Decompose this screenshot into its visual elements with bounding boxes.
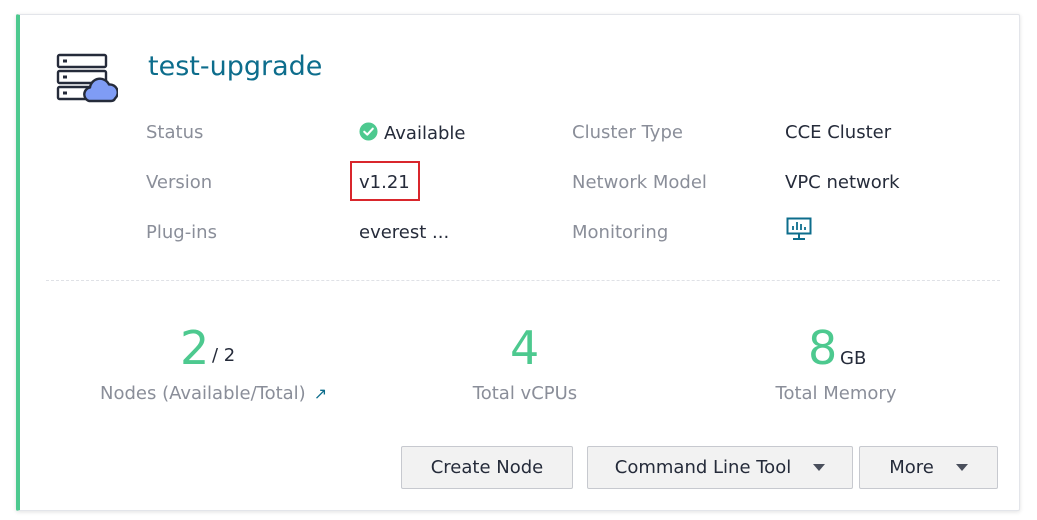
command-line-tool-label: Command Line Tool <box>614 457 792 478</box>
cluster-card: test-upgrade Status Available Version v1… <box>16 14 1020 511</box>
check-circle-icon <box>359 122 378 141</box>
monitoring-label: Monitoring <box>572 222 669 243</box>
status-text: Available <box>384 123 466 144</box>
status-label: Status <box>146 122 204 143</box>
cluster-type-label: Cluster Type <box>572 122 683 143</box>
version-highlight-box <box>350 161 420 201</box>
section-divider <box>46 280 1000 281</box>
create-node-button[interactable]: Create Node <box>401 446 573 489</box>
monitor-chart-icon[interactable] <box>786 217 812 241</box>
chevron-down-icon <box>955 464 968 471</box>
command-line-tool-button[interactable]: Command Line Tool <box>587 446 853 489</box>
go-to-nodes-arrow-icon[interactable]: ↗︎ <box>314 384 327 403</box>
chevron-down-icon <box>813 464 826 471</box>
memory-value: 8 <box>808 321 838 375</box>
status-value: Available <box>359 122 465 144</box>
more-label: More <box>889 457 934 478</box>
create-node-label: Create Node <box>430 457 544 478</box>
network-model-value: VPC network <box>785 172 900 193</box>
cluster-server-cloud-icon <box>56 53 118 103</box>
memory-unit: GB <box>840 348 867 369</box>
nodes-label: Nodes (Available/Total) ↗︎ <box>100 383 360 404</box>
network-model-label: Network Model <box>572 172 707 193</box>
version-label: Version <box>146 172 213 193</box>
more-button[interactable]: More <box>859 446 998 489</box>
memory-label: Total Memory <box>775 383 897 404</box>
nodes-available-count: 2 <box>180 321 210 375</box>
vcpus-label: Total vCPUs <box>472 383 578 404</box>
nodes-label-text: Nodes (Available/Total) <box>100 383 306 404</box>
vcpus-count: 4 <box>510 321 540 375</box>
cluster-type-value: CCE Cluster <box>785 122 892 143</box>
cluster-name-link[interactable]: test-upgrade <box>148 51 322 82</box>
plugins-label: Plug-ins <box>146 222 217 243</box>
plugins-value[interactable]: everest ... <box>359 222 449 243</box>
nodes-total-count: / 2 <box>212 345 236 366</box>
